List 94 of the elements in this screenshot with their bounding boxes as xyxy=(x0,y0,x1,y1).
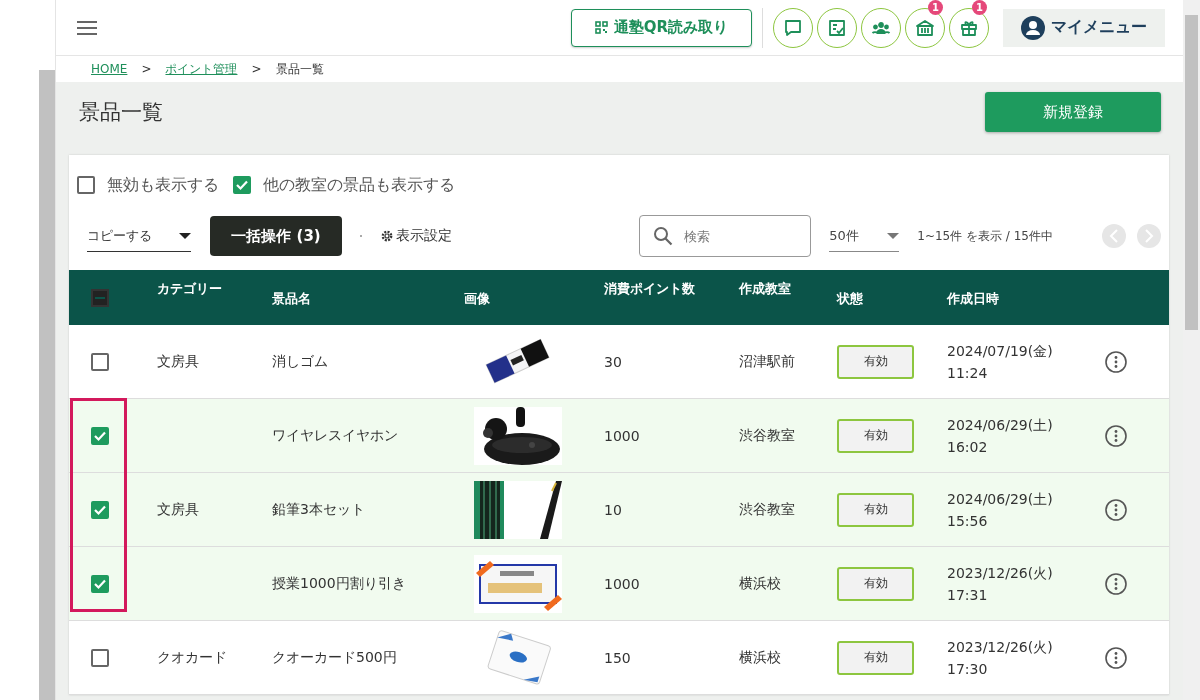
copy-select[interactable]: コピーする xyxy=(87,220,191,252)
table-cell: 2024/07/19(金) xyxy=(947,342,1053,361)
table-cell: 2024/06/29(土) xyxy=(947,416,1053,435)
status-badge: 有効 xyxy=(837,344,914,379)
breadcrumb-link[interactable]: HOME xyxy=(91,62,128,76)
chat-button[interactable] xyxy=(773,7,813,48)
breadcrumb-link[interactable]: ポイント管理 xyxy=(165,60,238,78)
column-header: 消費ポイント数 xyxy=(604,280,695,298)
table-cell: 2024/06/29(土) xyxy=(947,490,1053,509)
table-cell: 1000 xyxy=(604,427,640,444)
checkbox-label: 他の教室の景品も表示する xyxy=(263,174,455,196)
status-badge: 有効 xyxy=(837,640,914,675)
table-cell: 15:56 xyxy=(947,512,988,529)
row-checkbox[interactable] xyxy=(91,648,109,667)
group-button[interactable] xyxy=(861,7,901,48)
notification-badge: 1 xyxy=(928,0,943,15)
row-checkbox[interactable] xyxy=(91,500,109,519)
search-icon xyxy=(653,226,674,246)
chat-icon xyxy=(783,17,803,38)
column-header: 作成日時 xyxy=(947,290,999,308)
select-all-checkbox[interactable] xyxy=(91,288,109,307)
table-cell: 横浜校 xyxy=(739,574,781,593)
per-page-select[interactable]: 50件 xyxy=(829,220,900,252)
column-header: 状態 xyxy=(837,290,863,308)
table-cell: クオーカード500円 xyxy=(272,648,397,667)
table-row[interactable]: ワイヤレスイヤホン 1000 渋谷教室 有効 2024/06/29(土) 16:02 xyxy=(69,399,1169,473)
notification-badge: 1 xyxy=(972,0,987,15)
table-cell: 渋谷教室 xyxy=(739,426,795,445)
status-badge: 有効 xyxy=(837,418,914,453)
column-header: 作成教室 xyxy=(739,280,791,298)
dropdown-caret-icon xyxy=(179,232,191,239)
checkbox-label: 無効も表示する xyxy=(107,174,219,196)
more-options-icon[interactable] xyxy=(1105,498,1127,521)
table-cell: 16:02 xyxy=(947,438,988,455)
table-cell: ワイヤレスイヤホン xyxy=(272,426,398,445)
table-cell: 2023/12/26(火) xyxy=(947,564,1053,583)
table-cell: 授業1000円割り引き xyxy=(272,574,406,593)
row-checkbox[interactable] xyxy=(91,426,109,445)
checklist-button[interactable] xyxy=(817,7,857,48)
table-cell: 150 xyxy=(604,649,631,666)
table-cell: 鉛筆3本セット xyxy=(272,500,365,519)
checkbox[interactable] xyxy=(77,176,95,194)
search-field[interactable]: 検索 xyxy=(639,215,812,257)
table-cell: 17:30 xyxy=(947,660,988,677)
row-checkbox[interactable] xyxy=(91,352,109,371)
chevron-left-icon xyxy=(1109,229,1119,243)
scrollbar[interactable] xyxy=(39,70,55,700)
table-row[interactable]: 授業1000円割り引き 1000 横浜校 有効 2023/12/26(火) 17:31 xyxy=(69,547,1169,621)
bulk-action-button[interactable]: 一括操作 (3) xyxy=(210,216,342,256)
table-cell: 10 xyxy=(604,501,622,518)
column-header: 景品名 xyxy=(272,290,311,308)
table-row[interactable]: 文房具 鉛筆3本セット 10 渋谷教室 有効 2024/06/29(土) 15:56 xyxy=(69,473,1169,547)
table-cell: 17:31 xyxy=(947,586,988,603)
table-cell: 横浜校 xyxy=(739,648,781,667)
display-settings-button[interactable]: 表示設定 xyxy=(380,227,452,245)
status-badge: 有効 xyxy=(837,566,914,601)
chevron-right-icon xyxy=(1144,229,1154,243)
breadcrumb-separator: > xyxy=(141,62,152,76)
scrollbar[interactable] xyxy=(1183,0,1200,700)
breadcrumb-current: 景品一覧 xyxy=(275,60,324,78)
menu-icon[interactable] xyxy=(76,19,98,36)
more-options-icon[interactable] xyxy=(1105,646,1127,669)
column-header: カテゴリー xyxy=(157,280,222,298)
table-cell: 文房具 xyxy=(157,500,199,519)
dropdown-caret-icon xyxy=(887,232,900,239)
new-registration-button[interactable]: 新規登録 xyxy=(985,92,1161,132)
table-cell: 2023/12/26(火) xyxy=(947,638,1053,657)
shop-icon xyxy=(915,17,935,38)
checklist-icon xyxy=(827,17,847,38)
table-row[interactable]: クオカード クオーカード500円 150 横浜校 有効 2023/12/26(火) 17:30 xyxy=(69,621,1169,695)
more-options-icon[interactable] xyxy=(1105,424,1127,447)
gear-icon xyxy=(380,229,394,243)
more-options-icon[interactable] xyxy=(1105,572,1127,595)
table-cell: 沼津駅前 xyxy=(739,352,795,371)
breadcrumb-separator: > xyxy=(251,62,262,76)
qr-scan-button[interactable]: 通塾QR読み取り xyxy=(571,8,752,47)
checkbox[interactable] xyxy=(233,176,251,194)
table-cell: 消しゴム xyxy=(272,352,328,371)
qr-code-icon xyxy=(594,21,608,34)
column-header: 画像 xyxy=(464,290,490,308)
page-title: 景品一覧 xyxy=(79,99,163,126)
table-cell: 文房具 xyxy=(157,352,199,371)
status-badge: 有効 xyxy=(837,492,914,527)
more-options-icon[interactable] xyxy=(1105,350,1127,373)
table-cell: 30 xyxy=(604,353,622,370)
user-avatar-icon xyxy=(1021,15,1045,40)
table-cell: 11:24 xyxy=(947,364,988,381)
table-cell: クオカード xyxy=(157,648,227,667)
table-cell: 渋谷教室 xyxy=(739,500,795,519)
table-row[interactable]: 文房具 消しゴム 30 沼津駅前 有効 2024/07/19(金) 11:24 xyxy=(69,325,1169,399)
result-count: 1~15件 を表示 / 15件中 xyxy=(917,227,1053,245)
my-menu-button[interactable]: マイメニュー xyxy=(1003,8,1165,47)
row-checkbox[interactable] xyxy=(91,574,109,593)
table-cell: 1000 xyxy=(604,575,640,592)
